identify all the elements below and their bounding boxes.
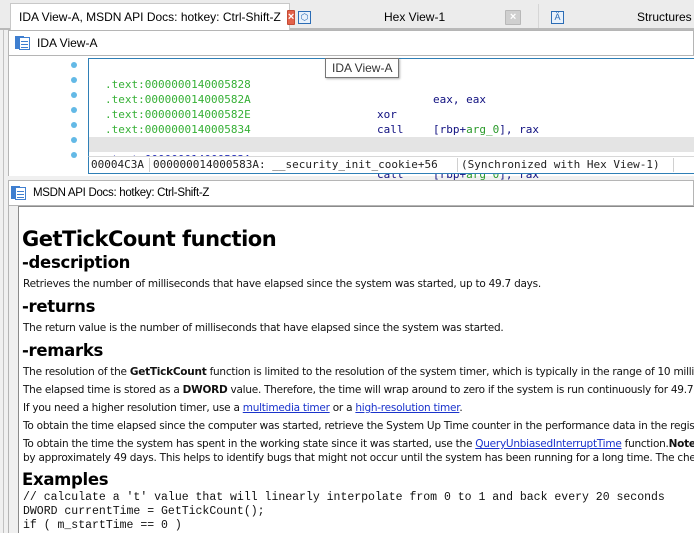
code-line: DWORD currentTime = GetTickCount(); (23, 505, 265, 518)
breakpoint-dot-icon[interactable] (71, 107, 77, 113)
tab-hex-view-1[interactable]: Hex View-1 × (384, 4, 534, 30)
code-line: if ( m_startTime == 0 ) (23, 519, 182, 532)
ida-view-title: IDA View-A (37, 36, 98, 50)
ida-view-title-bar[interactable]: IDA View-A (8, 30, 694, 56)
remarks-paragraph: To obtain the time the system has spent … (23, 438, 694, 450)
breakpoint-dot-icon[interactable] (71, 62, 77, 68)
tab-separator (538, 4, 539, 28)
query-unbiased-interrupt-time-link[interactable]: QueryUnbiasedInterruptTime (475, 438, 622, 450)
msdn-document: GetTickCount function -description Retri… (18, 206, 694, 533)
close-icon[interactable]: × (505, 9, 522, 25)
hex-view-icon: ⬡ (298, 10, 311, 24)
msdn-title: MSDN API Docs: hotkey: Ctrl-Shift-Z (33, 187, 210, 199)
document-icon (15, 35, 31, 51)
document-icon (11, 185, 27, 201)
tooltip: IDA View-A (325, 58, 400, 78)
disasm-line-selected[interactable]: .text:000000014000583A call cs:__imp_Get… (89, 137, 694, 197)
tab-ida-view-msdn[interactable]: IDA View-A, MSDN API Docs: hotkey: Ctrl-… (10, 3, 296, 30)
examples-heading: Examples (22, 470, 109, 489)
ida-status-line: 00004C3A 000000014000583A: __security_in… (88, 156, 694, 174)
high-resolution-timer-link[interactable]: high-resolution timer (355, 402, 459, 414)
breakpoint-dot-icon[interactable] (71, 152, 77, 158)
disasm-line[interactable]: .text:0000000140005834 mov eax, eax (89, 107, 694, 166)
breakpoint-dot-icon[interactable] (71, 92, 77, 98)
remarks-paragraph: The elapsed time is stored as a DWORD va… (23, 384, 694, 396)
status-separator (673, 158, 674, 172)
panel-margin (8, 206, 18, 533)
tab-structures[interactable]: Structures (637, 4, 694, 30)
returns-text: The return value is the number of millis… (23, 322, 504, 334)
tab-structures-icon[interactable]: Ä (551, 4, 571, 30)
code-line: // calculate a 't' value that will linea… (23, 491, 665, 504)
remarks-paragraph: If you need a higher resolution timer, u… (23, 402, 463, 414)
description-heading: -description (22, 253, 131, 272)
close-icon[interactable]: × (286, 9, 296, 25)
returns-heading: -returns (22, 297, 96, 316)
tab-bar: IDA View-A, MSDN API Docs: hotkey: Ctrl-… (0, 0, 694, 30)
disasm-line[interactable]: .text:0000000140005836 xor [rbp+arg_0], … (89, 122, 694, 181)
breakpoint-dot-icon[interactable] (71, 122, 77, 128)
remarks-heading: -remarks (22, 341, 104, 360)
tab-label: Structures (637, 10, 692, 24)
remarks-paragraph: The resolution of the GetTickCount funct… (23, 366, 694, 378)
breakpoint-dot-icon[interactable] (71, 137, 77, 143)
current-location: 000000014000583A: __security_init_cookie… (153, 158, 438, 171)
status-separator (457, 158, 458, 172)
description-text: Retrieves the number of milliseconds tha… (23, 278, 541, 290)
status-separator (149, 158, 150, 172)
frame-border (3, 30, 4, 533)
doc-heading: GetTickCount function (22, 227, 277, 251)
file-offset: 00004C3A (91, 158, 144, 171)
sync-status: (Synchronized with Hex View-1) (461, 158, 660, 171)
disasm-line[interactable]: .text:000000014000582E call cs:__imp_Get… (89, 92, 694, 151)
remarks-paragraph: To obtain the time elapsed since the com… (23, 420, 694, 432)
structures-icon: Ä (551, 10, 564, 24)
disasm-line[interactable]: .text:000000014000582A xor [rbp+arg_0], … (89, 77, 694, 136)
remarks-paragraph: by approximately 49 days. This helps to … (23, 452, 694, 464)
tab-label: IDA View-A, MSDN API Docs: hotkey: Ctrl-… (19, 10, 281, 24)
msdn-title-bar[interactable]: MSDN API Docs: hotkey: Ctrl-Shift-Z (8, 180, 694, 206)
tab-hex-view-icon[interactable]: ⬡ (298, 4, 318, 30)
multimedia-timer-link[interactable]: multimedia timer (243, 402, 330, 414)
breakpoint-dot-icon[interactable] (71, 77, 77, 83)
tab-label: Hex View-1 (384, 10, 446, 24)
